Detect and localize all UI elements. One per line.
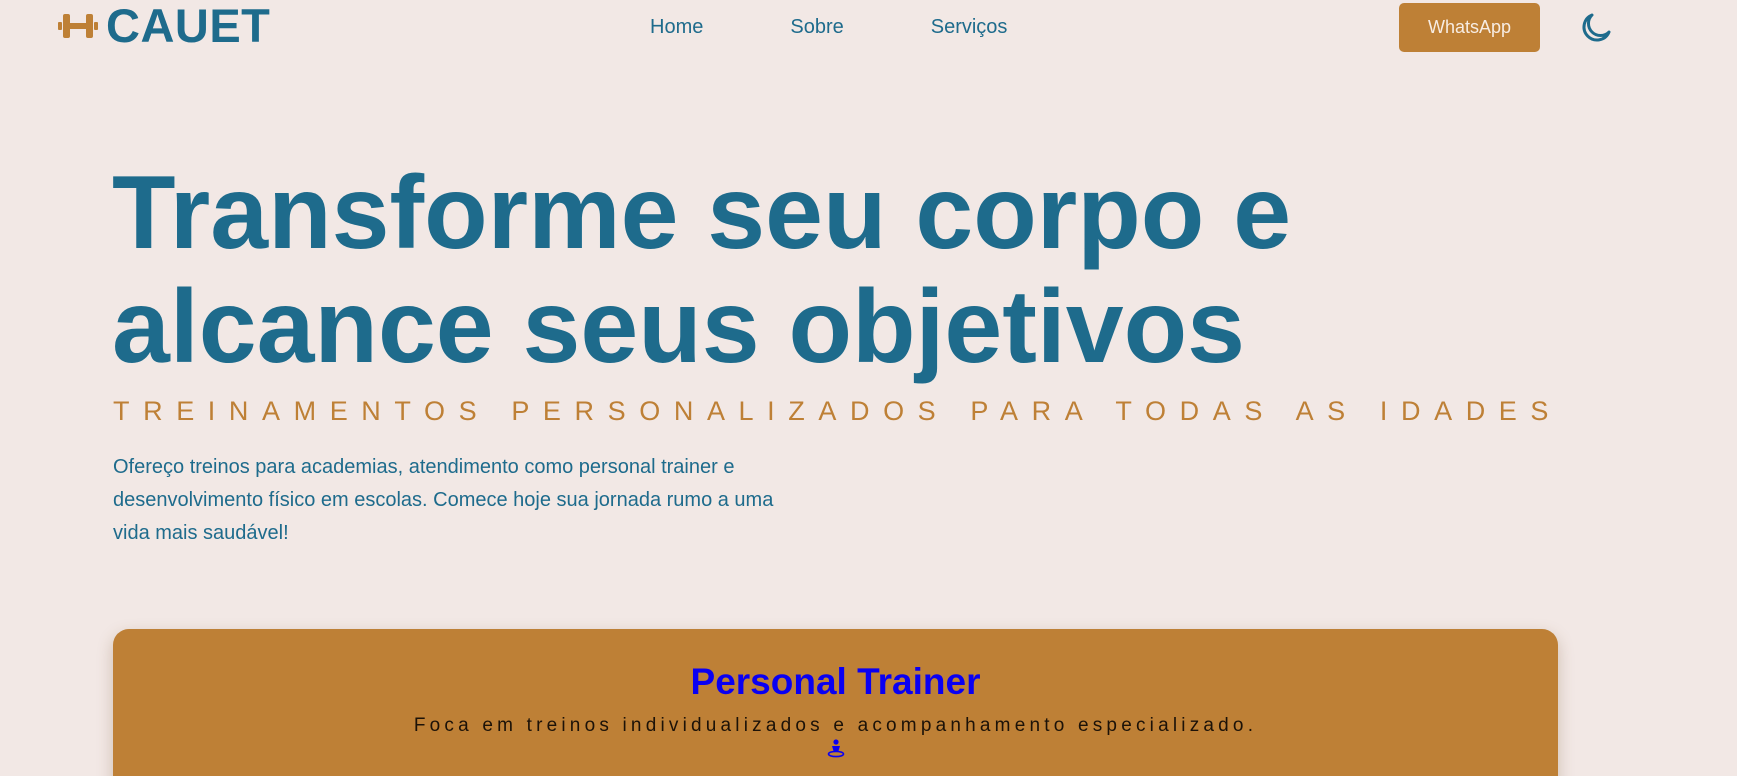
brand-name: CAUET (106, 0, 271, 52)
nav-link-sobre[interactable]: Sobre (790, 14, 843, 40)
hero-subtitle: TREINAMENTOS PERSONALIZADOS PARA TODAS A… (113, 396, 1563, 426)
theme-toggle-button[interactable] (1578, 10, 1614, 46)
main-nav: Home Sobre Serviços (650, 14, 1007, 40)
dumbbell-icon (58, 14, 98, 38)
nav-link-servicos[interactable]: Serviços (931, 14, 1008, 40)
site-header: CAUET Home Sobre Serviços WhatsApp (0, 0, 1737, 56)
service-card-title: Personal Trainer (690, 661, 981, 702)
whatsapp-button[interactable]: WhatsApp (1399, 3, 1540, 52)
person-icon (827, 739, 845, 758)
moon-icon (1582, 13, 1611, 42)
nav-link-home[interactable]: Home (650, 14, 703, 40)
hero-title: Transforme seu corpo e alcance seus obje… (112, 155, 1292, 385)
logo[interactable]: CAUET (58, 0, 270, 52)
page: CAUET Home Sobre Serviços WhatsApp Trans… (0, 0, 1737, 776)
hero-description: Ofereço treinos para academias, atendime… (113, 456, 774, 544)
service-card-description: Foca em treinos individualizados e acomp… (413, 715, 1258, 736)
